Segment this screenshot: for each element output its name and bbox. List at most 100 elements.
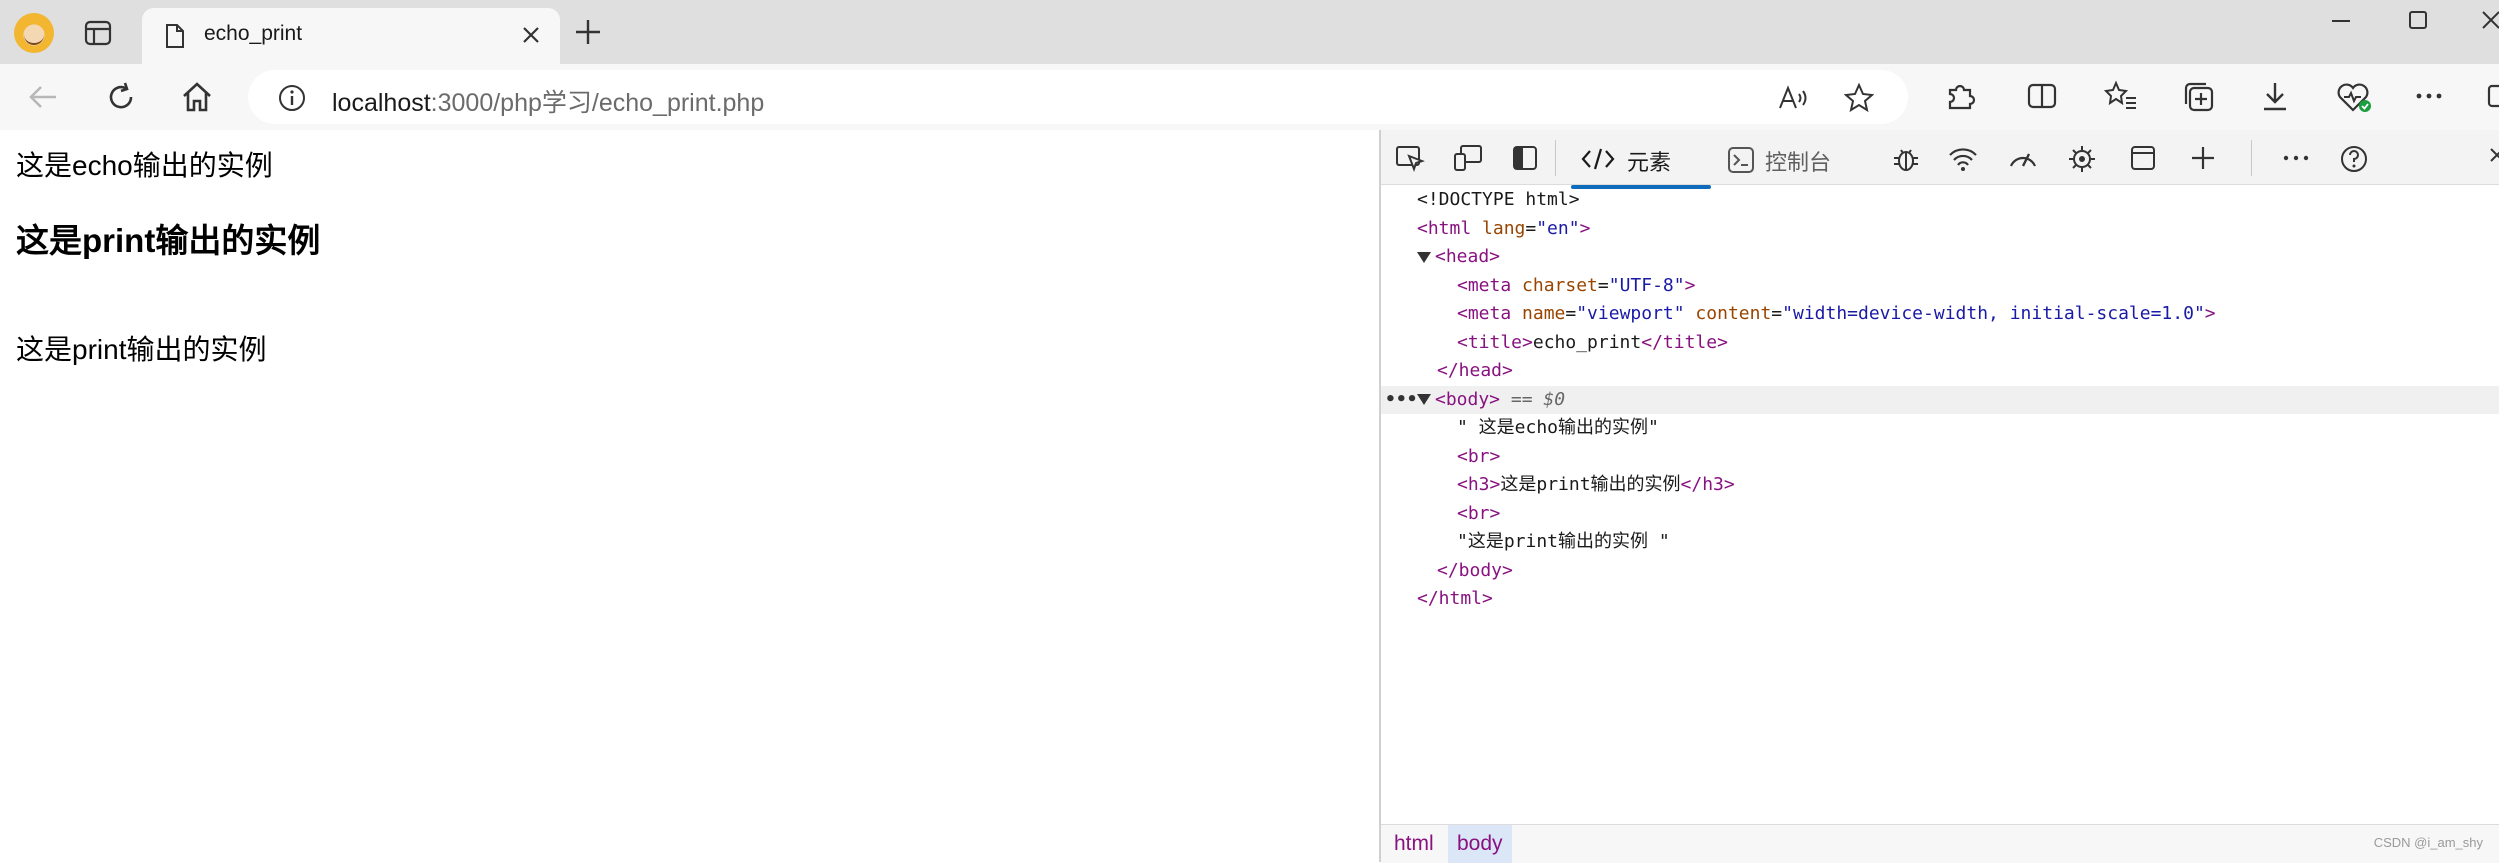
page-viewport: 这是echo输出的实例 这是print输出的实例 这是print输出的实例 [0,130,1379,862]
attr-value: "en" [1536,217,1580,239]
browser-tab[interactable]: echo_print [142,8,560,64]
performance-icon[interactable] [2007,144,2039,172]
dom-node-br[interactable]: <br> [1381,500,2499,528]
help-icon[interactable] [2339,144,2369,174]
h3-text: 这是print输出的实例 [1500,474,1681,495]
html-close-tag: </html> [1417,588,1493,609]
breadcrumb-body[interactable]: body [1448,825,1512,863]
print-output-text: 这是print输出的实例 [16,334,267,365]
home-icon[interactable] [180,80,214,114]
dom-node-body-close[interactable]: </body> [1381,557,2499,585]
dom-node-doctype[interactable]: <!DOCTYPE html> [1381,186,2499,214]
close-window-icon[interactable] [2480,8,2499,34]
doctype-text: <!DOCTYPE html> [1417,189,1580,210]
title-close-tag: </title> [1641,331,1728,353]
device-emulation-icon[interactable] [1453,144,1483,172]
meta-tag: <meta [1457,303,1512,324]
more-options-icon[interactable] [2414,80,2444,112]
sources-bug-icon[interactable] [1891,144,1921,174]
tab-elements[interactable]: 元素 [1571,138,1711,189]
toolbar-separator [1555,140,1556,176]
close-devtools-icon[interactable] [2489,144,2499,170]
node-actions-icon[interactable]: ••• [1385,386,1418,415]
attr-value: "UTF-8" [1608,274,1685,296]
attr-value: "viewport" [1576,303,1685,324]
text-node: "这是print输出的实例 " [1457,531,1670,552]
attr-name: name [1511,303,1566,324]
head-close-tag: </head> [1437,360,1513,381]
close-tab-icon[interactable] [520,24,542,46]
tab-title: echo_print [204,22,303,45]
dom-tree[interactable]: <!DOCTYPE html> <html lang="en"> <head> … [1381,186,2499,806]
attr-value: "width=device-width, initial-scale=1.0" [1782,303,2205,324]
meta-tag: <meta [1457,274,1512,296]
tab-console[interactable]: 控制台 [1727,138,1847,182]
url-host: localhost [332,89,431,117]
breadcrumb-html[interactable]: html [1385,825,1443,863]
tab-elements-label: 元素 [1627,150,1672,175]
url-text[interactable]: localhost:3000/php学习/echo_print.php [332,83,764,119]
devtools-panel: 元素 控制台 <!DOCTYPE html> <html lang="en"> … [1381,130,2499,863]
browser-essentials-icon[interactable] [2336,80,2372,114]
sidebar-toggle-icon[interactable] [2486,80,2499,112]
dom-node-meta-charset[interactable]: <meta charset="UTF-8"> [1381,272,2499,300]
title-bar: echo_print [0,0,2499,64]
memory-icon[interactable] [2067,144,2097,174]
application-icon[interactable] [2129,144,2157,172]
dom-node-meta-viewport[interactable]: <meta name="viewport" content="width=dev… [1381,300,2499,328]
address-bar[interactable]: localhost:3000/php学习/echo_print.php [248,70,1908,124]
page-icon [166,24,184,48]
breadcrumb: html body CSDN @i_am_shy [1381,824,2499,863]
attr-name: content [1684,303,1772,324]
echo-output-text: 这是echo输出的实例 [16,150,273,181]
br-tag: <br> [1457,502,1501,524]
dom-node-h3[interactable]: <h3>这是print输出的实例</h3> [1381,471,2499,499]
downloads-icon[interactable] [2260,80,2290,112]
watermark: CSDN @i_am_shy [2373,835,2483,850]
dom-node-body[interactable]: ••• <body> == $0 [1381,385,2499,415]
minimize-icon[interactable] [2328,8,2354,34]
dom-node-html[interactable]: <html lang="en"> [1381,215,2499,243]
attr-name: charset [1511,274,1598,296]
selected-node-marker: == $0 [1500,388,1566,410]
print-heading: 这是print输出的实例 [16,222,321,259]
favorites-icon[interactable] [2104,80,2138,112]
split-screen-icon[interactable] [2026,80,2058,112]
dom-node-head[interactable]: <head> [1381,243,2499,271]
expand-triangle-icon[interactable] [1417,251,1431,263]
dock-side-icon[interactable] [1511,144,1539,172]
attr-name: lang [1471,217,1526,239]
expand-triangle-icon[interactable] [1417,394,1431,405]
dom-node-title[interactable]: <title>echo_print</title> [1381,329,2499,357]
html-open-tag: <html [1417,217,1472,239]
toolbar-separator [2251,140,2252,176]
read-aloud-icon[interactable] [1778,84,1810,112]
dom-node-text[interactable]: " 这是echo输出的实例" [1381,414,2499,442]
h3-open-tag: <h3> [1457,474,1501,495]
more-tools-plus-icon[interactable] [2189,144,2217,172]
refresh-icon[interactable] [104,80,138,114]
back-icon[interactable] [26,80,60,114]
dom-node-head-close[interactable]: </head> [1381,357,2499,385]
tab-actions-icon[interactable] [84,20,112,46]
head-tag: <head> [1435,246,1501,267]
navigation-bar: localhost:3000/php学习/echo_print.php [0,64,2499,130]
site-info-icon[interactable] [278,84,306,112]
console-icon [1728,147,1754,173]
inspect-element-icon[interactable] [1395,144,1425,172]
network-icon[interactable] [1947,144,1979,172]
devtools-more-icon[interactable] [2281,144,2311,172]
dom-node-br[interactable]: <br> [1381,443,2499,471]
new-tab-icon[interactable] [574,18,602,46]
dom-node-text[interactable]: "这是print输出的实例 " [1381,528,2499,556]
title-open-tag: <title> [1457,331,1533,353]
br-tag: <br> [1457,445,1501,467]
profile-avatar[interactable] [14,13,54,53]
extensions-icon[interactable] [1944,80,1976,112]
body-close-tag: </body> [1437,559,1513,581]
favorite-star-icon[interactable] [1844,83,1874,113]
dom-node-html-close[interactable]: </html> [1381,585,2499,613]
collections-icon[interactable] [2182,80,2216,114]
body-tag: <body> [1435,388,1501,410]
maximize-icon[interactable] [2405,8,2431,34]
